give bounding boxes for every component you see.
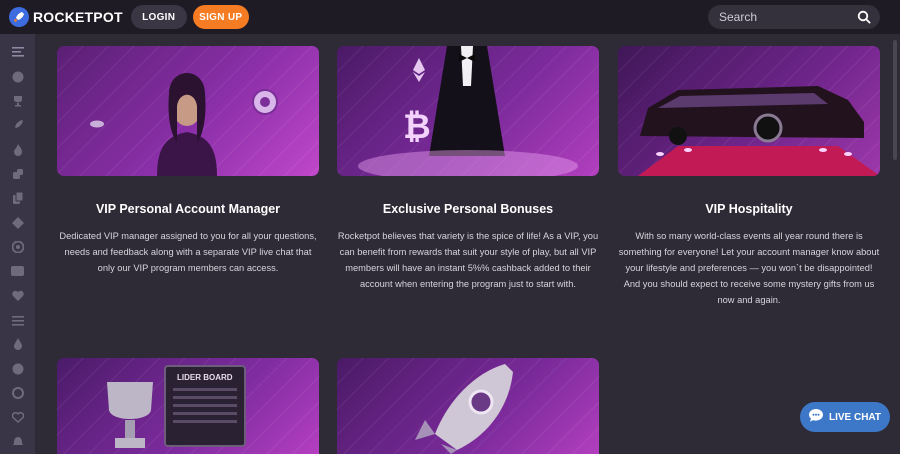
search-placeholder: Search [719, 10, 758, 24]
rocket-icon[interactable] [0, 113, 35, 137]
top-bar: ROCKETPOT LOGIN SIGN UP Search [0, 0, 900, 34]
signup-button[interactable]: SIGN UP [192, 5, 249, 29]
trophy-icon[interactable] [0, 89, 35, 113]
chip-icon[interactable] [0, 211, 35, 235]
live-chat-label: LIVE CHAT [828, 411, 882, 423]
card-description: Dedicated VIP manager assigned to you fo… [59, 231, 317, 273]
brand-logo[interactable]: ROCKETPOT [9, 7, 123, 27]
brand-name: ROCKETPOT [33, 9, 123, 25]
card-description: Rocketpot believes that variety is the s… [337, 231, 599, 289]
menu-icon[interactable] [0, 40, 35, 64]
ball-icon[interactable] [0, 357, 35, 381]
settings-icon[interactable] [0, 381, 35, 405]
rocket-logo-icon [9, 7, 29, 27]
dice-icon[interactable] [0, 162, 35, 186]
scrollbar[interactable] [893, 40, 897, 160]
sliders-icon[interactable] [0, 308, 35, 332]
login-button[interactable]: LOGIN [130, 5, 187, 29]
card-title: VIP Hospitality [705, 202, 793, 216]
card-description: With so many world-class events all year… [618, 231, 880, 305]
svg-text:₿: ₿ [403, 108, 431, 146]
search-input[interactable]: Search [708, 5, 880, 29]
search-icon[interactable] [857, 10, 871, 27]
card-title: Exclusive Personal Bonuses [382, 202, 554, 216]
card-title: VIP Personal Account Manager [95, 202, 281, 216]
sidebar [0, 34, 35, 454]
heart-outline-icon[interactable] [0, 405, 35, 429]
cards-icon[interactable] [0, 186, 35, 210]
chat-bubble-icon [808, 409, 823, 425]
personal-bonuses-image: ₿ [337, 46, 599, 176]
bell-icon[interactable] [0, 430, 35, 454]
live-chat-button[interactable]: LIVE CHAT [800, 402, 890, 432]
fire-icon[interactable] [0, 137, 35, 161]
vip-manager-image [57, 46, 319, 176]
drop-icon[interactable] [0, 332, 35, 356]
leaderboard-image: LIDER BOARD [57, 358, 319, 454]
leaderboard-label: LIDER BOARD [177, 373, 233, 382]
vip-hospitality-image [618, 46, 880, 176]
slots-icon[interactable] [0, 235, 35, 259]
rocket-image [337, 358, 599, 454]
heart-icon[interactable] [0, 284, 35, 308]
live-icon[interactable] [0, 259, 35, 283]
bitcoin-icon[interactable] [0, 64, 35, 88]
